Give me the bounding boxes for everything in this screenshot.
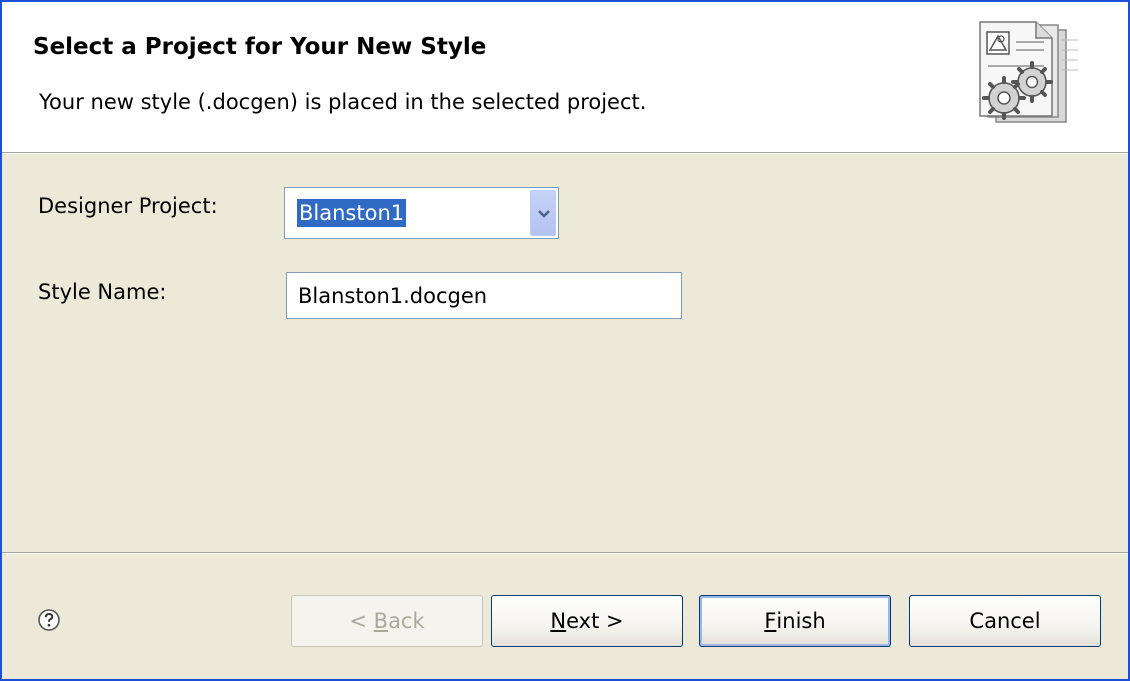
- designer-project-combo[interactable]: Blanston1: [284, 187, 559, 239]
- wizard-dialog: Select a Project for Your New Style Your…: [0, 0, 1130, 681]
- page-description: Your new style (.docgen) is placed in th…: [39, 90, 647, 114]
- chevron-down-icon: [538, 210, 550, 218]
- next-button[interactable]: Next >: [491, 595, 683, 647]
- designer-project-label: Designer Project:: [38, 194, 218, 218]
- finish-button[interactable]: Finish: [699, 595, 891, 647]
- back-button[interactable]: < Back: [291, 595, 483, 647]
- document-gears-icon: [979, 21, 1078, 123]
- help-icon[interactable]: [37, 608, 61, 632]
- wizard-banner: Select a Project for Your New Style Your…: [2, 2, 1128, 153]
- style-name-label: Style Name:: [38, 280, 167, 304]
- cancel-button[interactable]: Cancel: [909, 595, 1101, 647]
- style-name-field[interactable]: [286, 272, 682, 319]
- dropdown-button[interactable]: [530, 190, 556, 236]
- banner-separator: [2, 153, 1128, 154]
- page-title: Select a Project for Your New Style: [33, 34, 487, 60]
- designer-project-value: Blanston1: [295, 198, 408, 228]
